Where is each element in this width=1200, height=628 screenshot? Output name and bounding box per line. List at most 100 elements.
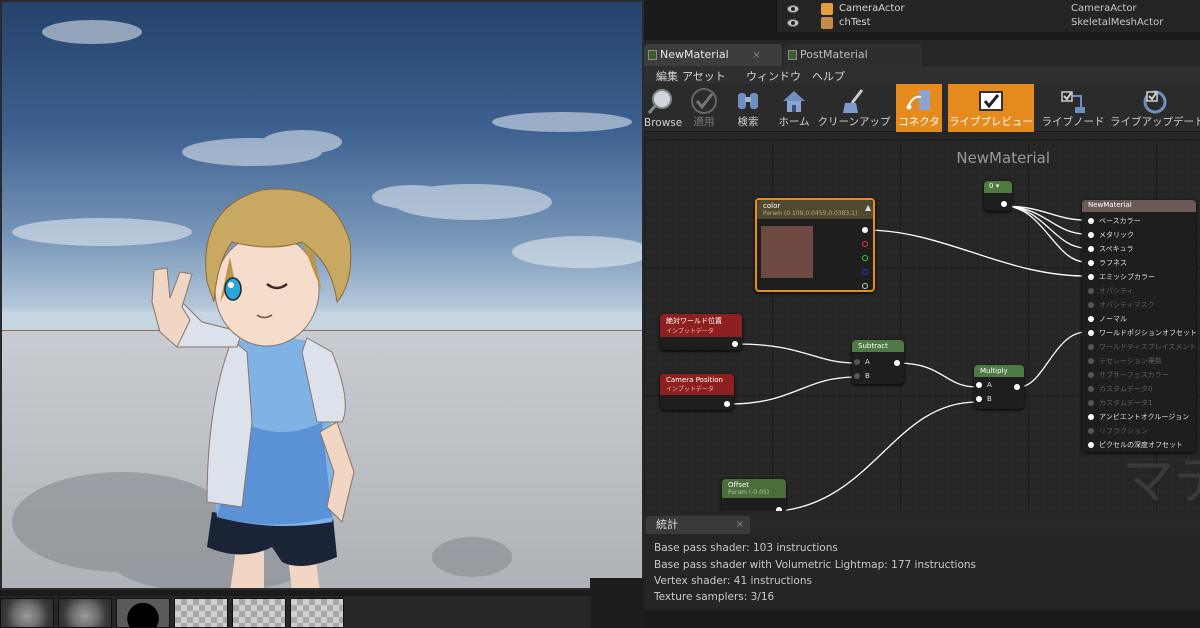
thumbnail-black-sphere[interactable]	[116, 598, 170, 628]
input-b[interactable]: B	[976, 395, 992, 403]
thumbnail-empty-1[interactable]	[174, 598, 228, 628]
node-subtitle: Param (-0.05)	[728, 489, 770, 496]
thumbnail-empty-3[interactable]	[290, 598, 344, 628]
input-pin[interactable]	[1088, 344, 1094, 350]
output-pin-a[interactable]	[862, 283, 868, 289]
menu-window[interactable]: ウィンドウ	[746, 68, 801, 84]
output-pin-r[interactable]	[862, 241, 868, 247]
input-pin[interactable]	[1088, 260, 1094, 266]
input-pin[interactable]	[854, 373, 860, 379]
input-a[interactable]: A	[854, 358, 870, 366]
result-input-row[interactable]: ラフネス	[1088, 258, 1127, 268]
search-label: 検索	[737, 116, 759, 128]
input-pin[interactable]	[1088, 442, 1094, 448]
home-button[interactable]: ホーム	[772, 84, 816, 132]
node-constant-zero[interactable]: 0 ▾	[984, 181, 1012, 211]
input-b[interactable]: B	[854, 372, 870, 380]
output-pin[interactable]	[1014, 384, 1020, 390]
input-pin[interactable]	[1088, 386, 1094, 392]
result-input-row[interactable]: オパシティマスク	[1088, 300, 1155, 310]
close-icon[interactable]: ×	[752, 50, 760, 61]
result-input-row[interactable]: ワールドポジションオフセット	[1088, 328, 1197, 338]
input-a[interactable]: A	[976, 381, 992, 389]
input-pin[interactable]	[1088, 428, 1094, 434]
input-pin[interactable]	[1088, 288, 1094, 294]
result-input-row[interactable]: スペキュラ	[1088, 244, 1134, 254]
input-pin[interactable]	[854, 359, 860, 365]
node-camera-position[interactable]: Camera Position インプットデータ	[660, 374, 734, 410]
input-pin[interactable]	[1088, 316, 1094, 322]
input-pin[interactable]	[1088, 414, 1094, 420]
tab-label: NewMaterial	[660, 48, 729, 61]
output-pin-rgb[interactable]	[862, 227, 868, 233]
input-label: アンビエントオクルージョン	[1099, 413, 1190, 421]
cleanup-button[interactable]: クリーンアップ	[816, 84, 892, 132]
input-pin[interactable]	[1088, 302, 1094, 308]
apply-button[interactable]: 適用	[684, 84, 724, 132]
input-pin[interactable]	[1088, 330, 1094, 336]
input-pin[interactable]	[1088, 400, 1094, 406]
live-update-button[interactable]: ライブアップデート	[1110, 84, 1200, 132]
color-swatch	[761, 226, 813, 278]
live-node-button[interactable]: ライブノード	[1038, 84, 1108, 132]
live-preview-icon	[979, 91, 1003, 111]
output-pin[interactable]	[724, 401, 730, 407]
menu-edit[interactable]: 編集	[656, 68, 678, 84]
menu-asset[interactable]: アセット	[682, 68, 726, 84]
tab-newmaterial[interactable]: NewMaterial ×	[644, 44, 782, 66]
input-pin[interactable]	[1088, 246, 1094, 252]
search-button[interactable]: 検索	[728, 84, 768, 132]
node-subtract[interactable]: Subtract A B	[852, 340, 904, 384]
outliner-row-camera[interactable]: CameraActor CameraActor	[777, 2, 1200, 16]
material-graph[interactable]: NewMaterial マテ 0 ▾	[644, 139, 1200, 511]
output-pin[interactable]	[894, 360, 900, 366]
node-offset-param[interactable]: Offset Param (-0.05)	[722, 479, 786, 511]
node-world-position[interactable]: 絶対ワールド位置 インプットデータ	[660, 314, 742, 350]
output-pin-g[interactable]	[862, 255, 868, 261]
outliner-row-chtest[interactable]: chTest SkeletalMeshActor	[777, 16, 1200, 30]
preview-viewport[interactable]	[0, 0, 644, 590]
visibility-eye-icon[interactable]	[787, 5, 799, 13]
result-input-row[interactable]: オパシティ	[1088, 286, 1134, 296]
output-pin[interactable]	[732, 341, 738, 347]
visibility-eye-icon[interactable]	[787, 19, 799, 27]
thumbnail-empty-2[interactable]	[232, 598, 286, 628]
input-label: オパシティ	[1099, 287, 1134, 295]
node-material-result[interactable]: NewMaterial ベースカラー メタリック スペキュラ ラフネス エミッシブカラー…	[1082, 200, 1197, 452]
input-pin[interactable]	[1088, 218, 1094, 224]
tab-postmaterial[interactable]: PostMaterial	[784, 44, 922, 66]
input-pin[interactable]	[976, 382, 982, 388]
input-pin[interactable]	[1088, 372, 1094, 378]
result-input-row[interactable]: メタリック	[1088, 230, 1134, 240]
collapse-arrow-icon[interactable]: ▲	[865, 203, 871, 212]
output-pin[interactable]	[776, 507, 782, 511]
node-color-param[interactable]: color Param (0.109,0.0459,0.0383,1) ▲	[755, 198, 875, 292]
output-pin-b[interactable]	[862, 269, 868, 275]
output-pin[interactable]	[1001, 201, 1007, 207]
menu-help[interactable]: ヘルプ	[812, 68, 845, 84]
result-input-row[interactable]: テセレーション乗数	[1088, 356, 1162, 366]
result-input-row[interactable]: ベースカラー	[1088, 216, 1141, 226]
connector-button[interactable]: コネクタ	[896, 84, 942, 132]
node-multiply[interactable]: Multiply A B	[974, 365, 1024, 409]
result-input-row[interactable]: ピクセルの深度オフセット	[1088, 440, 1183, 450]
input-pin[interactable]	[1088, 358, 1094, 364]
thumbnail-sphere-2[interactable]	[58, 598, 112, 628]
result-input-row[interactable]: リフラクション	[1088, 426, 1148, 436]
input-pin[interactable]	[1088, 232, 1094, 238]
thumbnail-sphere-1[interactable]	[0, 598, 54, 628]
close-icon[interactable]: ×	[736, 516, 744, 534]
result-input-row[interactable]: ワールドディスプレイスメント	[1088, 342, 1196, 352]
result-input-row[interactable]: エミッシブカラー	[1088, 272, 1155, 282]
browse-button[interactable]: Browse	[644, 84, 682, 132]
binoculars-icon	[738, 93, 758, 109]
input-pin[interactable]	[976, 396, 982, 402]
result-input-row[interactable]: サブサーフェスカラー	[1088, 370, 1169, 380]
live-preview-button[interactable]: ライブプレビュー	[948, 84, 1034, 132]
result-input-row[interactable]: アンビエントオクルージョン	[1088, 412, 1189, 422]
result-input-row[interactable]: カスタムデータ1	[1088, 398, 1152, 408]
tab-stats[interactable]: 統計 ×	[646, 516, 750, 534]
result-input-row[interactable]: カスタムデータ0	[1088, 384, 1152, 394]
input-pin[interactable]	[1088, 274, 1094, 280]
result-input-row[interactable]: ノーマル	[1088, 314, 1127, 324]
